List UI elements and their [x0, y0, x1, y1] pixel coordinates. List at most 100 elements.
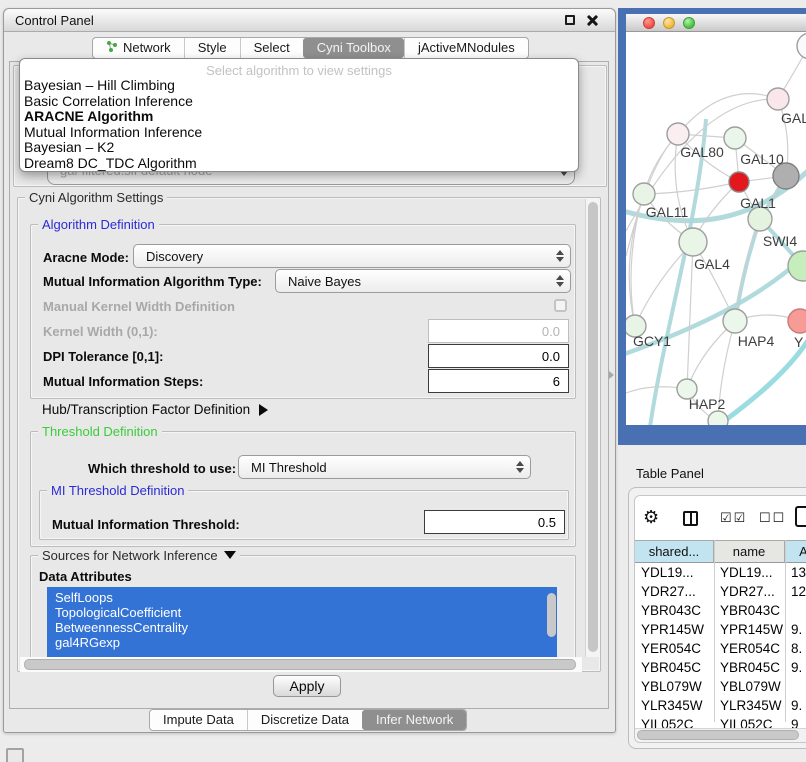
hub-factor-expander[interactable]: Hub/Transcription Factor Definition — [42, 402, 268, 417]
dropdown-item[interactable]: Mutual Information Inference — [20, 125, 578, 141]
checked-columns-icon[interactable]: ☑☑ — [720, 510, 747, 526]
mi-algorithm-type-label: Mutual Information Algorithm Type: — [43, 274, 262, 289]
kernel-width-field: 0.0 — [428, 319, 569, 343]
tab-cyni-toolbox[interactable]: Cyni Toolbox — [303, 38, 404, 58]
tab-impute-data[interactable]: Impute Data — [150, 710, 247, 730]
node-label: GAL80 — [680, 144, 724, 160]
unchecked-columns-icon[interactable]: ☐☐ — [759, 510, 786, 526]
split-panel-icon[interactable] — [683, 511, 698, 526]
threshold-definition-title: Threshold Definition — [38, 424, 162, 439]
dropdown-item[interactable]: Dream8 DC_TDC Algorithm — [20, 156, 578, 172]
tab-discretize-data[interactable]: Discretize Data — [247, 710, 362, 730]
dropdown-item[interactable]: Bayesian – K2 — [20, 140, 578, 156]
settings-horizontal-scrollbar-thumb[interactable] — [24, 659, 576, 670]
table-horizontal-scrollbar — [635, 728, 806, 742]
tab-select[interactable]: Select — [240, 38, 303, 58]
tab-infer-network[interactable]: Infer Network — [362, 710, 466, 730]
dropdown-item[interactable]: Bayesian – Hill Climbing — [20, 78, 578, 94]
node-gal11[interactable] — [633, 183, 655, 205]
tab-network[interactable]: Network — [93, 38, 184, 58]
dropdown-hint: Select algorithm to view settings — [20, 59, 578, 78]
column-header-partial[interactable]: A — [785, 541, 806, 562]
node-label: SWI4 — [763, 233, 797, 249]
table-rows: YDL19...YDL19...13 YDR27...YDR27...12 YB… — [635, 563, 806, 734]
tab-style[interactable]: Style — [184, 38, 240, 58]
table-row[interactable]: YER054CYER054C8. — [635, 639, 806, 658]
node-hap4[interactable] — [723, 309, 747, 333]
node-gal1-red[interactable] — [729, 172, 749, 192]
settings-vertical-scrollbar-thumb[interactable] — [588, 202, 598, 652]
mi-threshold-field[interactable]: 0.5 — [424, 510, 565, 534]
close-traffic-light-icon[interactable] — [643, 17, 655, 29]
mi-steps-field[interactable]: 6 — [428, 369, 569, 393]
network-view-window: GAL GAL80 GAL10 GAL1 GAL11 SWI4 GAL4 GCY… — [618, 8, 806, 445]
document-icon[interactable] — [795, 506, 806, 527]
list-item[interactable]: TopologicalCoefficient — [47, 605, 557, 620]
column-header-shared[interactable]: shared... — [635, 541, 714, 562]
table-row[interactable]: YPR145WYPR145W9. — [635, 620, 806, 639]
node-salmon[interactable] — [788, 309, 806, 333]
data-attributes-list: SelfLoops TopologicalCoefficient Between… — [47, 587, 557, 660]
table-row[interactable]: YDR27...YDR27...12 — [635, 582, 806, 601]
control-panel-window: Control Panel Network Style Select Cyni … — [3, 8, 616, 733]
mi-threshold-group: MI Threshold Definition Mutual Informati… — [39, 490, 569, 540]
table-horizontal-scrollbar-thumb[interactable] — [637, 730, 799, 740]
aracne-mode-label: Aracne Mode: — [43, 250, 129, 265]
manual-kernel-width-label: Manual Kernel Width Definition — [43, 299, 235, 314]
table-row[interactable]: YBR045CYBR045C9. — [635, 658, 806, 677]
network-window-titlebar — [626, 14, 806, 32]
close-icon[interactable] — [586, 14, 599, 27]
apply-button[interactable]: Apply — [273, 675, 341, 697]
float-window-icon[interactable] — [565, 15, 575, 25]
node-gal-pink[interactable] — [767, 88, 789, 110]
node-label: GCY1 — [633, 333, 671, 349]
tab-jactivemnodules[interactable]: jActiveMNodules — [404, 38, 528, 58]
sources-title[interactable]: Sources for Network Inference — [38, 548, 240, 563]
zoom-traffic-light-icon[interactable] — [683, 17, 695, 29]
column-header-name[interactable]: name — [714, 541, 785, 562]
sources-group: Sources for Network Inference Data Attri… — [30, 555, 576, 662]
expand-right-icon — [259, 404, 268, 416]
control-panel-title: Control Panel — [15, 13, 94, 28]
aracne-mode-combobox[interactable]: Discovery — [133, 244, 571, 268]
node-label: HAP4 — [738, 333, 775, 349]
combo-stepper-icon — [556, 275, 564, 287]
combo-stepper-icon — [556, 250, 564, 262]
dpi-tolerance-field[interactable]: 0.0 — [428, 344, 569, 368]
algorithm-dropdown-popup: Select algorithm to view settings Bayesi… — [19, 58, 579, 172]
mi-steps-label: Mutual Information Steps: — [43, 374, 203, 389]
dropdown-item-selected[interactable]: ARACNE Algorithm — [20, 109, 578, 125]
node-gal10[interactable] — [724, 127, 746, 149]
table-panel-title: Table Panel — [636, 466, 704, 481]
node-label: GAL — [781, 110, 806, 126]
node-label: GAL1 — [740, 195, 776, 211]
cyni-algorithm-settings-group: Cyni Algorithm Settings Algorithm Defini… — [17, 197, 601, 672]
which-threshold-combobox[interactable]: MI Threshold — [238, 455, 531, 479]
list-item[interactable]: SelfLoops — [47, 587, 557, 605]
table-row[interactable]: YBL079WYBL079W — [635, 677, 806, 696]
network-canvas[interactable]: GAL GAL80 GAL10 GAL1 GAL11 SWI4 GAL4 GCY… — [626, 32, 806, 425]
tab-network-label: Network — [123, 38, 171, 58]
combo-stepper-icon — [516, 461, 524, 473]
node-gal80[interactable] — [667, 123, 689, 145]
node-label: GAL11 — [646, 204, 689, 220]
control-panel-tabs: Network Style Select Cyni Toolbox jActiv… — [92, 37, 529, 59]
dock-panel-icon[interactable] — [6, 748, 24, 762]
gear-icon[interactable]: ⚙ — [643, 507, 659, 527]
list-item[interactable]: BetweennessCentrality — [47, 620, 557, 635]
table-row[interactable]: YDL19...YDL19...13 — [635, 563, 806, 582]
settings-vertical-scrollbar — [585, 199, 599, 657]
attributes-scrollbar-thumb[interactable] — [547, 593, 556, 637]
node-bottom-partial[interactable] — [708, 411, 728, 425]
table-row[interactable]: YLR345WYLR345W9. — [635, 696, 806, 715]
list-item[interactable]: gal4RGexp — [47, 635, 557, 650]
mi-algorithm-type-combobox[interactable]: Naive Bayes — [275, 269, 571, 293]
node-top-partial[interactable] — [797, 33, 806, 59]
node-gal4[interactable] — [679, 228, 707, 256]
dpi-tolerance-label: DPI Tolerance [0,1]: — [43, 349, 163, 364]
node-swi4-large[interactable] — [788, 251, 806, 281]
table-row[interactable]: YBR043CYBR043C — [635, 601, 806, 620]
dropdown-item[interactable]: Basic Correlation Inference — [20, 94, 578, 110]
kernel-width-label: Kernel Width (0,1): — [43, 324, 158, 339]
minimize-traffic-light-icon[interactable] — [663, 17, 675, 29]
